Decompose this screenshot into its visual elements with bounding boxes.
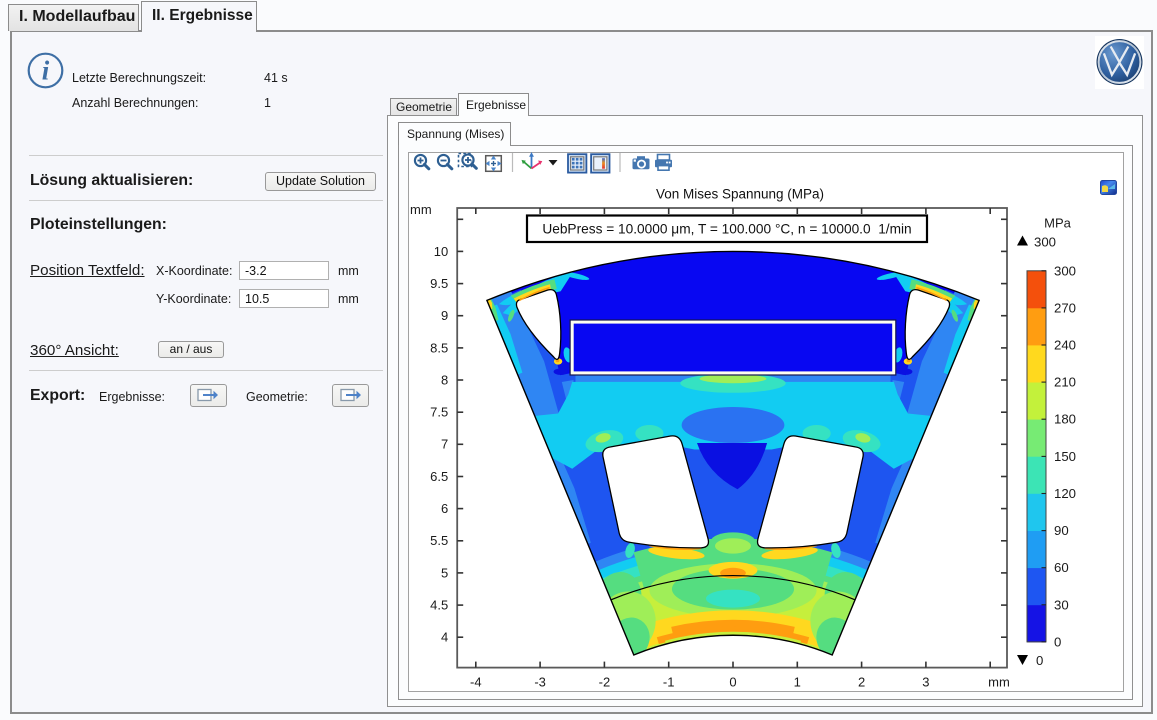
- svg-text:-4: -4: [470, 675, 482, 690]
- svg-text:240: 240: [1054, 338, 1076, 353]
- svg-text:120: 120: [1054, 486, 1076, 501]
- svg-text:-2: -2: [599, 675, 611, 690]
- svg-text:5: 5: [441, 565, 448, 580]
- svg-text:-3: -3: [534, 675, 546, 690]
- svg-text:7.5: 7.5: [430, 405, 448, 420]
- svg-text:mm: mm: [988, 675, 1010, 690]
- svg-text:90: 90: [1054, 523, 1069, 538]
- svg-text:2: 2: [858, 675, 865, 690]
- svg-text:4: 4: [441, 630, 448, 645]
- svg-text:0: 0: [1036, 653, 1043, 668]
- svg-text:150: 150: [1054, 449, 1076, 464]
- svg-text:7: 7: [441, 437, 448, 452]
- svg-text:6: 6: [441, 501, 448, 516]
- svg-text:5.5: 5.5: [430, 533, 448, 548]
- svg-text:180: 180: [1054, 412, 1076, 427]
- svg-text:8: 8: [441, 372, 448, 387]
- svg-text:300: 300: [1034, 235, 1056, 250]
- svg-text:210: 210: [1054, 375, 1076, 390]
- svg-text:0: 0: [729, 675, 736, 690]
- svg-text:300: 300: [1054, 263, 1076, 278]
- svg-text:60: 60: [1054, 560, 1069, 575]
- svg-text:MPa: MPa: [1044, 216, 1072, 231]
- svg-text:3: 3: [922, 675, 929, 690]
- svg-text:Von Mises Spannung (MPa): Von Mises Spannung (MPa): [656, 187, 824, 202]
- svg-text:UebPress = 10.0000 μm, T = 100: UebPress = 10.0000 μm, T = 100.000 °C, n…: [542, 222, 911, 237]
- svg-text:1: 1: [794, 675, 801, 690]
- svg-text:0: 0: [1054, 634, 1061, 649]
- svg-text:30: 30: [1054, 597, 1069, 612]
- svg-text:10: 10: [434, 244, 448, 259]
- svg-text:9: 9: [441, 308, 448, 323]
- svg-text:4.5: 4.5: [430, 598, 448, 613]
- svg-text:270: 270: [1054, 300, 1076, 315]
- svg-text:-1: -1: [663, 675, 675, 690]
- svg-text:8.5: 8.5: [430, 340, 448, 355]
- svg-text:mm: mm: [410, 202, 432, 217]
- svg-text:i: i: [42, 56, 50, 86]
- svg-text:9.5: 9.5: [430, 276, 448, 291]
- svg-text:6.5: 6.5: [430, 469, 448, 484]
